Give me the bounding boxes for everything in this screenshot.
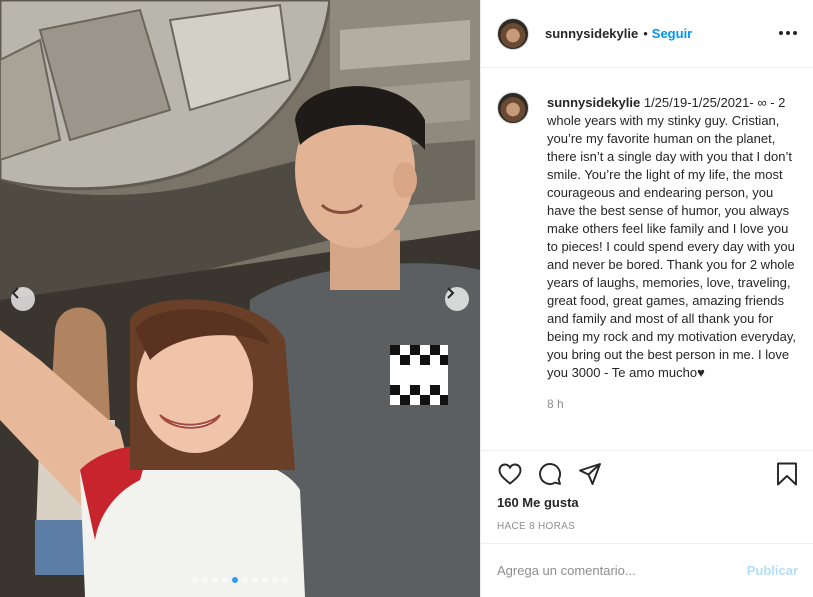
carousel-dot [282, 577, 288, 583]
chevron-right-icon [447, 287, 455, 299]
caption-avatar[interactable] [497, 92, 529, 124]
carousel-indicator [0, 577, 480, 583]
more-options-icon[interactable] [779, 27, 797, 39]
comment-icon [539, 463, 561, 485]
caption-username[interactable]: sunnysidekylie [547, 95, 640, 110]
share-icon [579, 463, 601, 485]
carousel-dot [242, 577, 248, 583]
post-photo[interactable] [0, 0, 480, 597]
follow-button[interactable]: Seguir [652, 26, 692, 41]
heart-icon [498, 463, 522, 485]
post-header: sunnysidekylie • Seguir [481, 0, 813, 68]
action-bar [481, 450, 813, 500]
photo-illustration [0, 0, 480, 597]
carousel-dot [202, 577, 208, 583]
carousel-dot [262, 577, 268, 583]
header-username[interactable]: sunnysidekylie [545, 26, 638, 41]
comment-form: Publicar [481, 543, 813, 597]
carousel-next-button[interactable] [445, 287, 469, 311]
carousel-dot [212, 577, 218, 583]
avatar[interactable] [497, 17, 529, 50]
carousel-prev-button[interactable] [11, 287, 35, 311]
carousel-dot [272, 577, 278, 583]
share-button[interactable] [577, 461, 603, 487]
caption: sunnysidekylie 1/25/19-1/25/2021- ∞ - 2 … [547, 94, 799, 382]
caption-section: sunnysidekylie 1/25/19-1/25/2021- ∞ - 2 … [481, 68, 813, 450]
like-count[interactable]: 160 Me gusta [497, 495, 579, 510]
bookmark-icon [777, 462, 797, 486]
post-side-panel: sunnysidekylie • Seguir sunnysidekylie 1… [480, 0, 813, 597]
comment-input[interactable] [497, 563, 747, 578]
chevron-left-icon [11, 287, 19, 299]
header-separator: • [643, 26, 648, 41]
publish-button[interactable]: Publicar [747, 563, 798, 578]
save-button[interactable] [774, 461, 800, 487]
carousel-dot [232, 577, 238, 583]
carousel-dot [252, 577, 258, 583]
caption-time: 8 h [547, 397, 564, 411]
caption-text: 1/25/19-1/25/2021- ∞ - 2 whole years wit… [547, 95, 797, 380]
post-timestamp[interactable]: HACE 8 HORAS [497, 521, 575, 532]
comment-button[interactable] [537, 461, 563, 487]
carousel-dot [222, 577, 228, 583]
like-button[interactable] [497, 461, 523, 487]
carousel-dot [192, 577, 198, 583]
